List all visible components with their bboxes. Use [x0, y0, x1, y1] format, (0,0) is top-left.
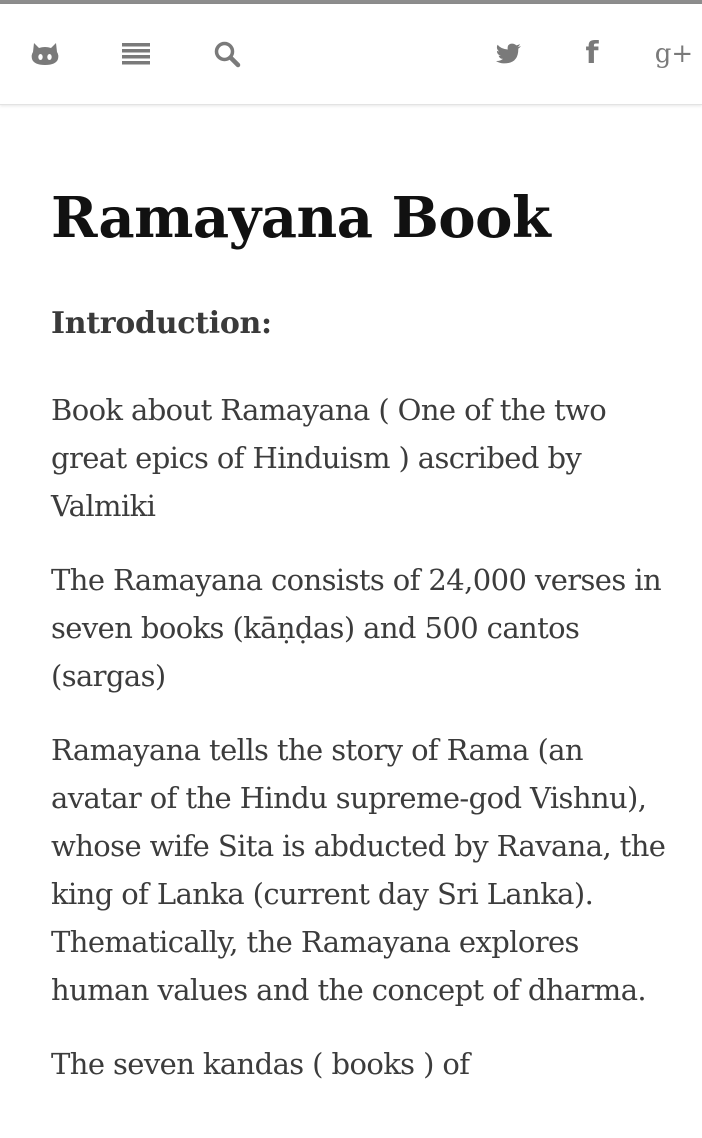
paragraph-intro: Book about Ramayana ( One of the two gre… [51, 393, 607, 523]
google-plus-icon[interactable]: g+ [652, 32, 696, 76]
section-heading-introduction: Introduction: [51, 306, 272, 341]
paragraph-verses: The Ramayana consists of 24,000 verses i… [51, 563, 662, 693]
github-icon[interactable] [23, 32, 67, 76]
menu-list-icon[interactable] [114, 32, 158, 76]
paragraph-story: Ramayana tells the story of Rama (an ava… [51, 733, 666, 1007]
paragraph-kandas: The seven kandas ( books ) of [51, 1047, 470, 1081]
article-content: Ramayana Book Introduction: Book about R… [51, 180, 676, 1088]
twitter-icon[interactable] [487, 32, 531, 76]
search-icon[interactable] [205, 32, 249, 76]
facebook-icon[interactable]: f [570, 32, 614, 76]
page-title: Ramayana Book [51, 185, 551, 251]
top-toolbar: f g+ [0, 4, 702, 105]
